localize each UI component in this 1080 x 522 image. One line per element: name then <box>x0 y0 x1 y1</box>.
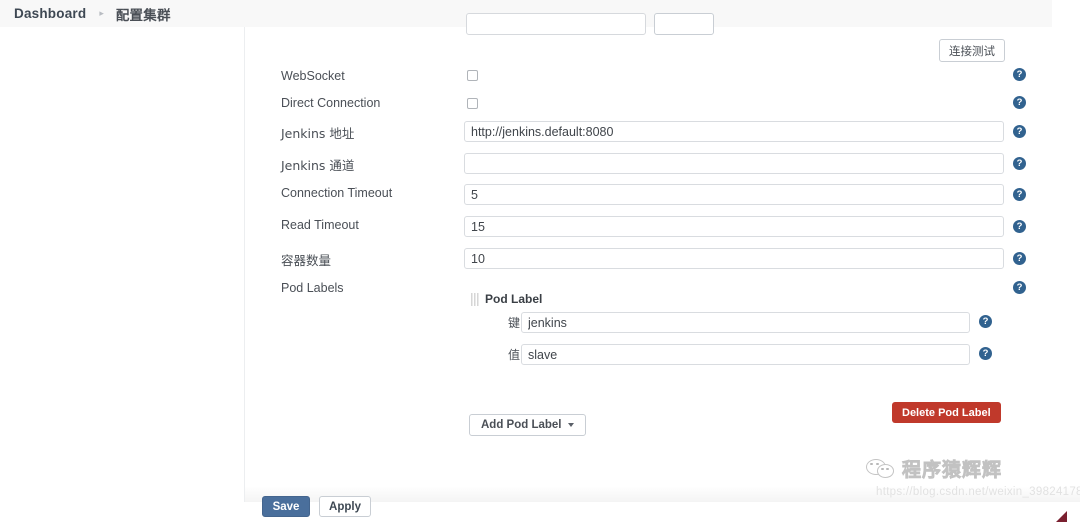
test-connection-button[interactable]: 连接测试 <box>939 39 1005 62</box>
save-button[interactable]: Save <box>262 496 310 517</box>
resize-handle-icon[interactable] <box>1056 511 1067 522</box>
help-icon-websocket[interactable]: ? <box>1013 68 1026 81</box>
configure-cluster-page: 连接测试 WebSocket ? Direct Connection ? Jen… <box>0 13 1080 522</box>
help-icon-read-timeout[interactable]: ? <box>1013 220 1026 233</box>
truncated-button[interactable] <box>654 13 714 35</box>
add-pod-label-button[interactable]: Add Pod Label <box>469 414 586 436</box>
help-icon-connection-timeout[interactable]: ? <box>1013 188 1026 201</box>
pod-label-title: Pod Label <box>485 292 543 306</box>
label-direct-connection: Direct Connection <box>281 96 381 110</box>
breadcrumb-item-current[interactable]: 配置集群 <box>116 4 171 24</box>
label-jenkins-tunnel: Jenkins 通道 <box>281 158 355 173</box>
label-pod-labels: Pod Labels <box>281 281 344 295</box>
chevron-down-icon <box>567 423 574 427</box>
input-connection-timeout[interactable] <box>464 184 1004 205</box>
help-icon-pod-key[interactable]: ? <box>979 315 992 328</box>
help-icon-jenkins-url[interactable]: ? <box>1013 125 1026 138</box>
input-pod-key[interactable] <box>521 312 970 333</box>
label-connection-timeout: Connection Timeout <box>281 186 393 200</box>
breadcrumb-separator-icon: ▸ <box>99 8 104 18</box>
help-icon-pod-value[interactable]: ? <box>979 347 992 360</box>
apply-button[interactable]: Apply <box>319 496 371 517</box>
help-icon-container-cap[interactable]: ? <box>1013 252 1026 265</box>
input-container-cap[interactable] <box>464 248 1004 269</box>
help-icon-direct-connection[interactable]: ? <box>1013 96 1026 109</box>
pod-label-header: Pod Label <box>471 292 542 306</box>
delete-pod-label-button[interactable]: Delete Pod Label <box>892 402 1001 423</box>
input-jenkins-url[interactable] <box>464 121 1004 142</box>
label-pod-value: 值 <box>508 348 521 362</box>
add-pod-label-text: Add Pod Label <box>481 419 562 431</box>
help-icon-jenkins-tunnel[interactable]: ? <box>1013 157 1026 170</box>
truncated-text-input[interactable] <box>466 13 646 35</box>
input-jenkins-tunnel[interactable] <box>464 153 1004 174</box>
label-websocket: WebSocket <box>281 69 345 83</box>
label-pod-key: 键 <box>508 316 521 330</box>
sidebar-divider <box>244 27 245 502</box>
label-container-cap: 容器数量 <box>281 253 332 268</box>
help-icon-pod-labels[interactable]: ? <box>1013 281 1026 294</box>
label-read-timeout: Read Timeout <box>281 218 359 232</box>
drag-handle-icon[interactable] <box>471 292 479 306</box>
checkbox-direct-connection[interactable] <box>467 98 478 109</box>
input-read-timeout[interactable] <box>464 216 1004 237</box>
breadcrumb-item-dashboard[interactable]: Dashboard <box>14 6 86 21</box>
input-pod-value[interactable] <box>521 344 970 365</box>
checkbox-websocket[interactable] <box>467 70 478 81</box>
label-jenkins-url: Jenkins 地址 <box>281 126 355 141</box>
